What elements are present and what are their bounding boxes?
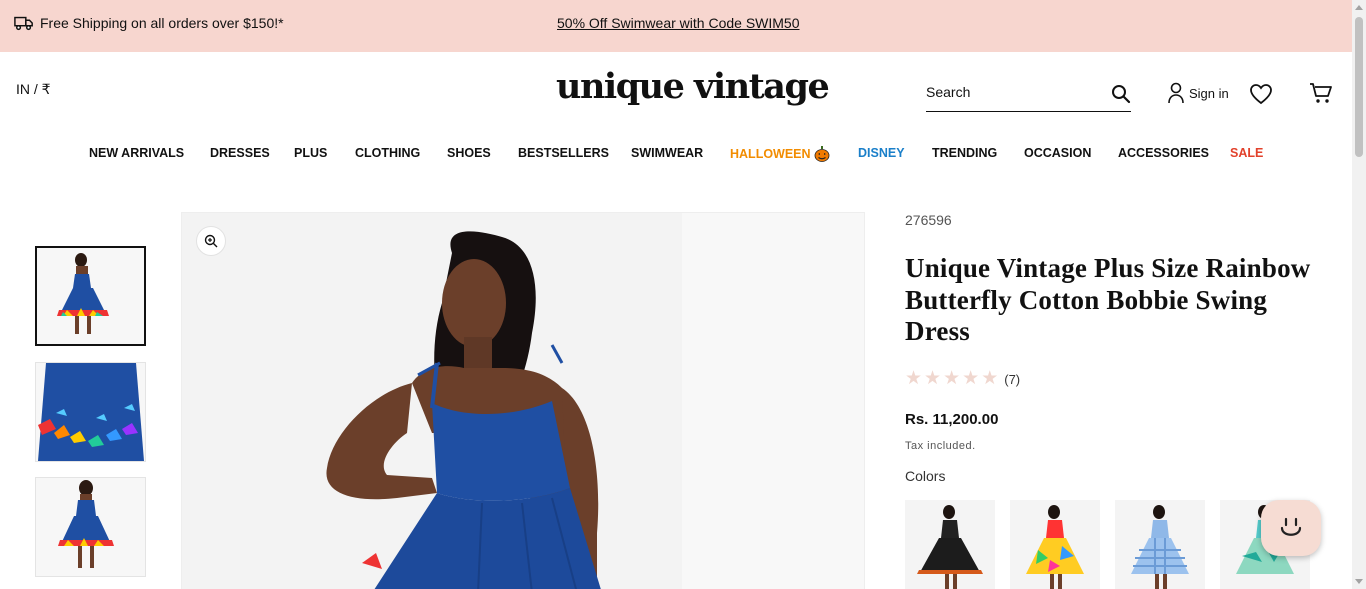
nav-label: NEW ARRIVALS <box>89 146 185 160</box>
rating-stars[interactable]: ★ ★ ★ ★ ★ (7) <box>905 368 1020 389</box>
nav-dresses[interactable]: DRESSES <box>210 146 270 160</box>
tax-note: Tax included. <box>905 440 976 452</box>
heart-icon[interactable] <box>1249 83 1273 105</box>
colors-label: Colors <box>905 468 946 484</box>
search-icon[interactable] <box>1111 84 1131 104</box>
color-swatch-rainbow[interactable] <box>1010 500 1100 589</box>
nav-label: SHOES <box>447 146 491 160</box>
color-swatch-blue-gingham[interactable] <box>1115 500 1205 589</box>
delivery-truck-icon <box>14 16 33 31</box>
sign-in-link[interactable]: Sign in <box>1167 82 1229 104</box>
product-sku: 276596 <box>905 212 952 228</box>
star-icon: ★ <box>924 368 942 389</box>
nav-label: TRENDING <box>932 146 998 160</box>
smile-chat-icon <box>1280 517 1302 536</box>
product-title: Unique Vintage Plus Size Rainbow Butterf… <box>905 253 1311 346</box>
nav-swimwear[interactable]: SWIMWEAR <box>631 146 703 160</box>
free-shipping-text: Free Shipping on all orders over $150!* <box>40 15 284 31</box>
thumbnail-front[interactable] <box>35 246 146 346</box>
pumpkin-icon <box>814 146 829 162</box>
star-icon: ★ <box>981 368 999 389</box>
nav-label: SALE <box>1230 146 1264 160</box>
zoom-button[interactable] <box>196 226 226 256</box>
dress-skirt-detail-image <box>36 363 145 461</box>
nav-label: HALLOWEEN <box>730 147 811 161</box>
nav-plus[interactable]: PLUS <box>294 146 327 160</box>
zoom-in-icon <box>204 234 218 248</box>
scrollbar-thumb[interactable] <box>1355 17 1363 157</box>
nav-label: SWIMWEAR <box>631 146 704 160</box>
search-box <box>926 80 1131 112</box>
swimwear-promo-link[interactable]: 50% Off Swimwear with Code SWIM50 <box>557 15 800 31</box>
model-photo <box>182 213 864 589</box>
thumbnail-back[interactable] <box>35 477 146 577</box>
nav-new-arrivals[interactable]: NEW ARRIVALS <box>89 146 184 160</box>
nav-label: DISNEY <box>858 146 905 160</box>
locale-selector[interactable]: IN / ₹ <box>16 81 51 98</box>
color-swatch-black[interactable] <box>905 500 995 589</box>
nav-label: DRESSES <box>210 146 270 160</box>
nav-label: BESTSELLERS <box>518 146 609 160</box>
nav-label: CLOTHING <box>355 146 421 160</box>
scroll-up-arrow-icon[interactable] <box>1355 5 1363 10</box>
nav-label: ACCESSORIES <box>1118 146 1209 160</box>
search-input[interactable] <box>926 80 1096 104</box>
nav-label: PLUS <box>294 146 328 160</box>
review-count[interactable]: (7) <box>1004 372 1020 387</box>
nav-halloween[interactable]: HALLOWEEN <box>730 146 830 162</box>
site-logo[interactable]: unique vintage <box>556 66 830 107</box>
nav-disney[interactable]: DISNEY <box>858 146 905 160</box>
user-icon <box>1168 82 1184 104</box>
nav-sale[interactable]: SALE <box>1230 146 1263 160</box>
black-dress-swatch-image <box>905 500 995 589</box>
dress-front-thumbnail-image <box>37 248 144 344</box>
star-icon: ★ <box>943 368 961 389</box>
scroll-down-arrow-icon[interactable] <box>1355 579 1363 584</box>
nav-label: OCCASION <box>1024 146 1092 160</box>
page-scrollbar[interactable] <box>1352 0 1366 589</box>
free-shipping-notice: Free Shipping on all orders over $150!* <box>14 14 284 32</box>
nav-trending[interactable]: TRENDING <box>932 146 997 160</box>
cart-icon[interactable] <box>1309 82 1333 104</box>
blue-gingham-dress-swatch-image <box>1115 500 1205 589</box>
nav-bestsellers[interactable]: BESTSELLERS <box>518 146 609 160</box>
star-icon: ★ <box>905 368 923 389</box>
nav-clothing[interactable]: CLOTHING <box>355 146 420 160</box>
nav-accessories[interactable]: ACCESSORIES <box>1118 146 1209 160</box>
thumbnail-skirt-detail[interactable] <box>35 362 146 462</box>
rainbow-dress-swatch-image <box>1010 500 1100 589</box>
product-price: Rs. 11,200.00 <box>905 411 999 428</box>
dress-back-thumbnail-image <box>36 478 145 576</box>
star-icon: ★ <box>962 368 980 389</box>
main-product-image[interactable] <box>181 212 865 589</box>
nav-occasion[interactable]: OCCASION <box>1024 146 1091 160</box>
sign-in-label: Sign in <box>1189 85 1229 101</box>
chat-widget-button[interactable] <box>1261 500 1321 556</box>
promo-bar: Free Shipping on all orders over $150!* … <box>0 0 1352 52</box>
nav-shoes[interactable]: SHOES <box>447 146 491 160</box>
